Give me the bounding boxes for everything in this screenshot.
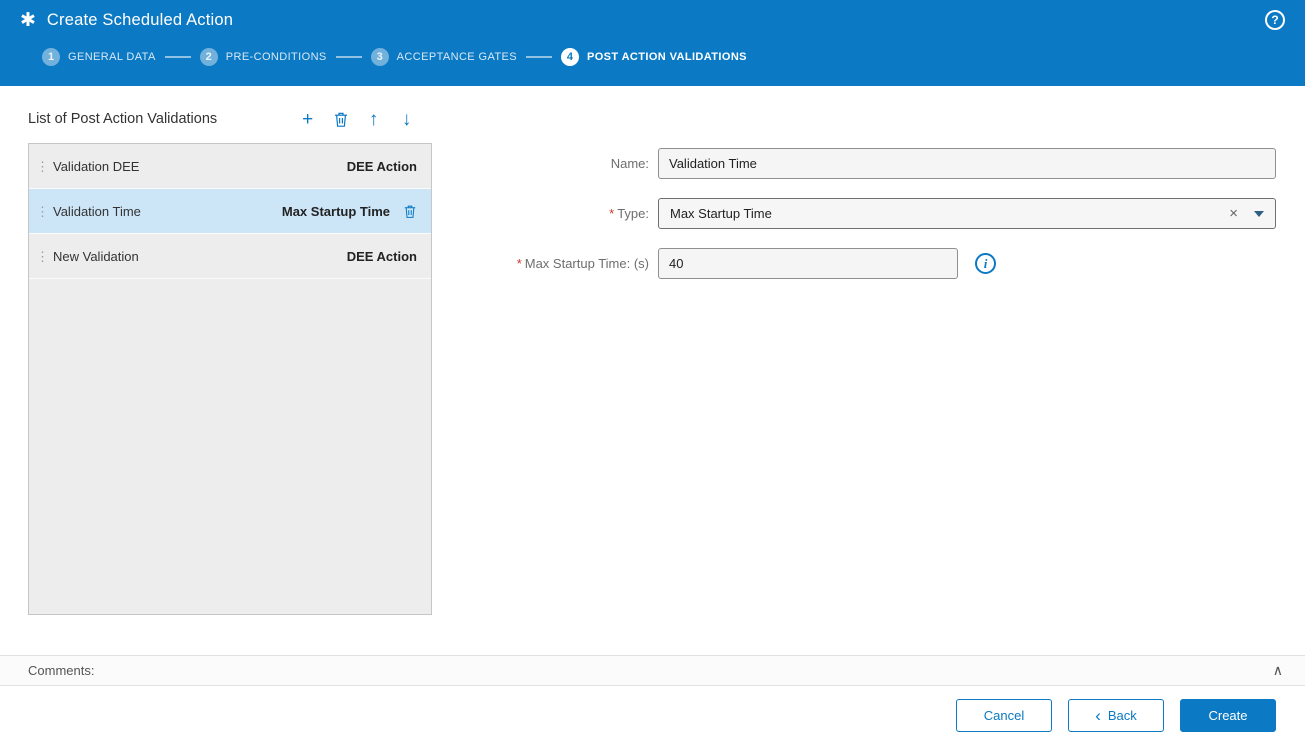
comments-label: Comments: (28, 663, 95, 678)
max-startup-time-label: * Max Startup Time: (s) (516, 256, 649, 271)
step-label: POST ACTION VALIDATIONS (586, 51, 747, 63)
type-label: * Type: (609, 206, 649, 221)
move-down-icon[interactable]: ↓ (396, 108, 417, 130)
dialog-header: ✱ Create Scheduled Action ? 1 GENERAL DA… (0, 0, 1305, 86)
list-title: List of Post Action Validations (28, 111, 218, 127)
list-item-validation-dee[interactable]: ⋮ Validation DEE DEE Action (29, 144, 431, 189)
validation-list: ⋮ Validation DEE DEE Action ⋮ Validation… (28, 143, 432, 615)
name-row: Name: (452, 148, 1276, 179)
required-asterisk: * (516, 256, 522, 271)
required-asterisk: * (609, 206, 615, 221)
step-number: 3 (370, 48, 389, 66)
drag-handle-icon[interactable]: ⋮ (36, 160, 49, 173)
step-label: PRE-CONDITIONS (225, 51, 327, 63)
step-number: 2 (199, 48, 218, 66)
list-item-name: Validation Time (53, 203, 141, 219)
step-connector (335, 56, 362, 58)
step-connector (525, 56, 552, 58)
type-row: * Type: Max Startup Time × (452, 198, 1276, 229)
clear-icon[interactable]: × (1225, 205, 1242, 222)
cancel-button[interactable]: Cancel (956, 698, 1052, 732)
step-connector (164, 56, 191, 58)
app-icon: ✱ (20, 9, 36, 31)
step-number: 1 (42, 48, 60, 66)
max-startup-time-input[interactable] (658, 248, 958, 279)
footer: Cancel ‹ Back Create (0, 687, 1305, 743)
type-select-value: Max Startup Time (670, 206, 772, 221)
step-post-action-validations[interactable]: 4 POST ACTION VALIDATIONS (560, 48, 747, 66)
list-item-type: Max Startup Time (281, 203, 390, 219)
help-icon[interactable]: ? (1265, 10, 1285, 30)
step-acceptance-gates[interactable]: 3 ACCEPTANCE GATES (370, 48, 517, 66)
wizard-steps: 1 GENERAL DATA 2 PRE-CONDITIONS 3 ACCEPT… (0, 40, 1305, 66)
list-item-type: DEE Action (346, 248, 417, 264)
type-select[interactable]: Max Startup Time × (658, 198, 1276, 229)
collapse-chevron-icon[interactable]: ∧ (1273, 662, 1283, 679)
step-general-data[interactable]: 1 GENERAL DATA (42, 48, 156, 66)
step-label: ACCEPTANCE GATES (396, 51, 517, 63)
chevron-down-icon[interactable] (1254, 210, 1264, 217)
add-icon[interactable]: + (297, 108, 318, 130)
validation-form: Name: *Type: Max Startup Time × *Max Sta… (452, 148, 1276, 298)
max-startup-time-row: *Max Startup Time: (s) i (452, 248, 1276, 279)
name-label: Name: (610, 156, 649, 171)
list-item-name: New Validation (53, 248, 139, 264)
drag-handle-icon[interactable]: ⋮ (36, 250, 49, 263)
list-item-new-validation[interactable]: ⋮ New Validation DEE Action (29, 234, 431, 279)
list-toolbar: + ↑ ↓ (297, 108, 417, 130)
list-header: List of Post Action Validations + ↑ ↓ (28, 106, 417, 132)
drag-handle-icon[interactable]: ⋮ (36, 205, 49, 218)
title-row: ✱ Create Scheduled Action (0, 0, 1305, 40)
step-number: 4 (560, 48, 579, 66)
list-item-name: Validation DEE (53, 158, 140, 174)
page-title: Create Scheduled Action (46, 10, 234, 29)
list-item-validation-time[interactable]: ⋮ Validation Time Max Startup Time (29, 189, 431, 234)
create-button[interactable]: Create (1180, 698, 1276, 732)
back-chevron-icon: ‹ (1095, 705, 1101, 725)
row-trash-icon[interactable] (403, 204, 417, 219)
step-pre-conditions[interactable]: 2 PRE-CONDITIONS (199, 48, 327, 66)
trash-icon[interactable] (330, 108, 351, 130)
info-icon[interactable]: i (975, 253, 996, 274)
comments-bar: Comments: ∧ (0, 655, 1305, 686)
list-item-type: DEE Action (346, 158, 417, 174)
back-button[interactable]: ‹ Back (1068, 698, 1164, 732)
step-label: GENERAL DATA (68, 51, 156, 63)
name-input[interactable] (658, 148, 1276, 179)
move-up-icon[interactable]: ↑ (363, 108, 384, 130)
